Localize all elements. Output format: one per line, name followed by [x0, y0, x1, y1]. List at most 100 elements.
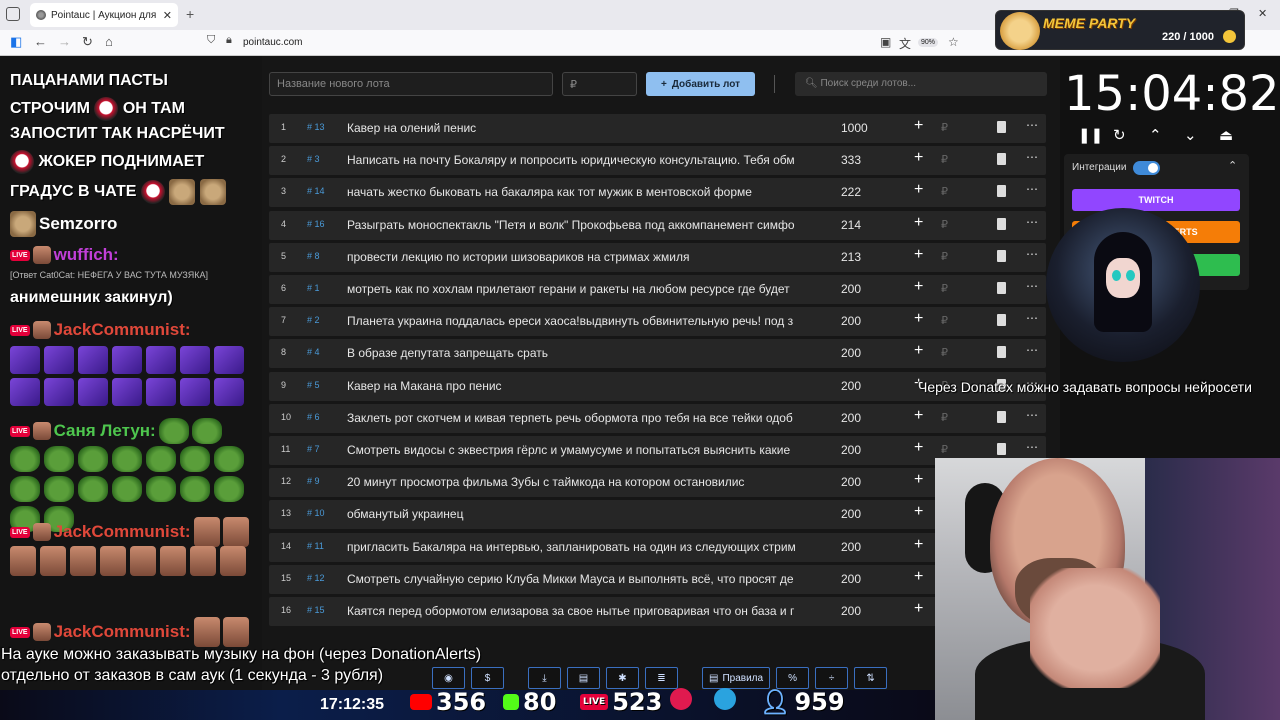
lot-name[interactable]: обманутый украинец [347, 507, 819, 521]
add-amount-icon[interactable]: + [914, 117, 923, 135]
lot-name[interactable]: Кавер на олений пенис [347, 121, 819, 135]
lot-name[interactable]: Смотреть видосы с эквестрия гёрлс и умам… [347, 443, 819, 457]
search-input[interactable]: 🔍︎ Поиск среди лотов... [795, 72, 1047, 96]
lot-name[interactable]: мотреть как по хохлам прилетают герани и… [347, 282, 819, 296]
more-icon[interactable]: ⋯ [1026, 215, 1039, 229]
close-window-icon[interactable]: ✕ [1258, 7, 1267, 20]
zoom-level[interactable]: 90% [918, 38, 939, 47]
more-icon[interactable]: ⋯ [1026, 440, 1039, 454]
lot-amount[interactable]: 200 [841, 572, 861, 586]
chat-user[interactable]: LIVE JackCommunist: [10, 320, 191, 340]
lot-amount[interactable]: 200 [841, 411, 861, 425]
add-amount-icon[interactable]: + [914, 471, 923, 489]
donate-button[interactable]: $ [471, 667, 504, 689]
trash-icon[interactable] [997, 410, 1006, 423]
chat-user[interactable]: Semzorro [10, 211, 117, 237]
home-icon[interactable]: ⌂ [105, 34, 113, 49]
lot-name[interactable]: Каятся перед обормотом елизарова за свое… [347, 604, 819, 618]
add-amount-icon[interactable]: + [914, 310, 923, 328]
lot-row[interactable]: 7 # 2 Планета украина поддалась ереси хаос… [269, 307, 1046, 337]
trash-icon[interactable] [997, 314, 1006, 327]
lot-name[interactable]: Смотреть случайную серию Клуба Микки Мау… [347, 572, 819, 586]
clear-button[interactable]: ≣ [645, 667, 678, 689]
ruble-icon[interactable]: ₽ [941, 346, 948, 359]
lot-row[interactable]: 10 # 6 Заклеть рот скотчем и кивая терпеть… [269, 403, 1046, 433]
lot-name[interactable]: Заклеть рот скотчем и кивая терпеть речь… [347, 411, 819, 425]
lot-row[interactable]: 13 # 10 обманутый украинец 200 + [269, 500, 1046, 530]
lot-row[interactable]: 16 # 15 Каятся перед обормотом елизарова з… [269, 597, 1046, 626]
lot-amount[interactable]: 200 [841, 314, 861, 328]
more-icon[interactable]: ⋯ [1026, 247, 1039, 261]
trash-icon[interactable] [997, 443, 1006, 455]
forward-icon[interactable]: → [58, 34, 71, 49]
trash-icon[interactable] [997, 185, 1006, 198]
new-tab-icon[interactable]: + [186, 6, 194, 22]
lot-amount[interactable]: 200 [841, 379, 861, 393]
ruble-icon[interactable]: ₽ [941, 153, 948, 166]
trash-icon[interactable] [997, 282, 1006, 294]
add-amount-icon[interactable]: + [914, 342, 923, 360]
more-icon[interactable]: ⋯ [1026, 182, 1039, 196]
lot-row[interactable]: 12 # 9 20 минут просмотра фильма Зубы с та… [269, 468, 1046, 498]
browser-tab[interactable]: Pointauc | Аукцион для стримера ✕ [30, 3, 178, 27]
lot-amount[interactable]: 200 [841, 604, 861, 618]
lot-name[interactable]: начать жестко быковать на бакаляра как т… [347, 185, 819, 199]
pause-icon[interactable]: ❚❚ [1078, 126, 1103, 144]
eject-icon[interactable]: ⏏ [1219, 126, 1233, 144]
chat-user[interactable]: LIVE wuffich: [10, 245, 119, 265]
chevron-up-icon[interactable]: ⌃ [1149, 126, 1162, 144]
shield-icon[interactable]: ⛉ [207, 34, 215, 47]
lot-row[interactable]: 8 # 4 В образе депутата запрещать срать 200… [269, 339, 1046, 369]
close-tab-icon[interactable]: ✕ [163, 9, 172, 22]
lot-amount[interactable]: 200 [841, 346, 861, 360]
sidebar-icon[interactable]: ◧ [10, 34, 22, 50]
lot-name[interactable]: Разыграть моноспектакль "Петя и волк" Пр… [347, 218, 819, 232]
add-amount-icon[interactable]: + [914, 600, 923, 618]
translate-icon[interactable]: 文 [899, 35, 911, 52]
ruble-icon[interactable]: ₽ [941, 121, 948, 134]
lot-amount[interactable]: 200 [841, 475, 861, 489]
chat-user[interactable]: LIVE JackCommunist: [10, 517, 249, 547]
trash-icon[interactable] [997, 346, 1006, 359]
add-amount-icon[interactable]: + [914, 407, 923, 425]
lot-row[interactable]: 1 # 13 Кавер на олений пенис 1000 + ₽ ⋯ [269, 114, 1046, 143]
lot-name[interactable]: Кавер на Макана про пенис [347, 379, 819, 393]
lot-row[interactable]: 4 # 16 Разыграть моноспектакль "Петя и вол… [269, 210, 1046, 240]
lot-amount[interactable]: 213 [841, 250, 861, 264]
lot-name[interactable]: Написать на почту Бокаляру и попросить ю… [347, 153, 819, 167]
lot-row[interactable]: 14 # 11 пригласить Бакаляра на интервью, з… [269, 532, 1046, 562]
more-icon[interactable]: ⋯ [1026, 408, 1039, 422]
add-amount-icon[interactable]: + [914, 439, 923, 457]
lot-name[interactable]: пригласить Бакаляра на интервью, заплани… [347, 540, 819, 554]
ruble-icon[interactable]: ₽ [941, 185, 948, 198]
ruble-icon[interactable]: ₽ [941, 250, 948, 263]
ruble-icon[interactable]: ₽ [941, 282, 948, 295]
chat-user[interactable]: LIVE JackCommunist: [10, 617, 249, 647]
lot-row[interactable]: 15 # 12 Смотреть случайную серию Клуба Мик… [269, 564, 1046, 594]
lot-amount[interactable]: 222 [841, 185, 861, 199]
sort-button[interactable]: ⇅ [854, 667, 888, 689]
lot-amount[interactable]: 200 [841, 282, 861, 296]
lot-amount[interactable]: 333 [841, 153, 861, 167]
add-amount-icon[interactable]: + [914, 568, 923, 586]
ruble-icon[interactable]: ₽ [941, 411, 948, 424]
add-lot-button[interactable]: + Добавить лот [646, 72, 755, 96]
add-amount-icon[interactable]: + [914, 181, 923, 199]
collapse-icon[interactable]: ⌃ [1228, 159, 1237, 172]
tab-list-icon[interactable] [6, 7, 20, 21]
lot-row[interactable]: 5 # 8 провести лекцию по истории шизоварик… [269, 242, 1046, 272]
twitch-button[interactable]: TWITCH [1072, 189, 1240, 211]
add-amount-icon[interactable]: + [914, 278, 923, 296]
add-amount-icon[interactable]: + [914, 246, 923, 264]
trash-icon[interactable] [997, 121, 1006, 133]
back-icon[interactable]: ← [34, 34, 47, 49]
add-amount-icon[interactable]: + [914, 536, 923, 554]
lot-amount[interactable]: 200 [841, 507, 861, 521]
more-icon[interactable]: ⋯ [1026, 279, 1039, 293]
add-amount-icon[interactable]: + [914, 503, 923, 521]
trash-icon[interactable] [997, 249, 1006, 262]
bookmark-star-icon[interactable]: ☆ [948, 35, 959, 49]
percent-button[interactable]: % [776, 667, 810, 689]
lot-amount[interactable]: 200 [841, 540, 861, 554]
ruble-icon[interactable]: ₽ [941, 443, 948, 456]
